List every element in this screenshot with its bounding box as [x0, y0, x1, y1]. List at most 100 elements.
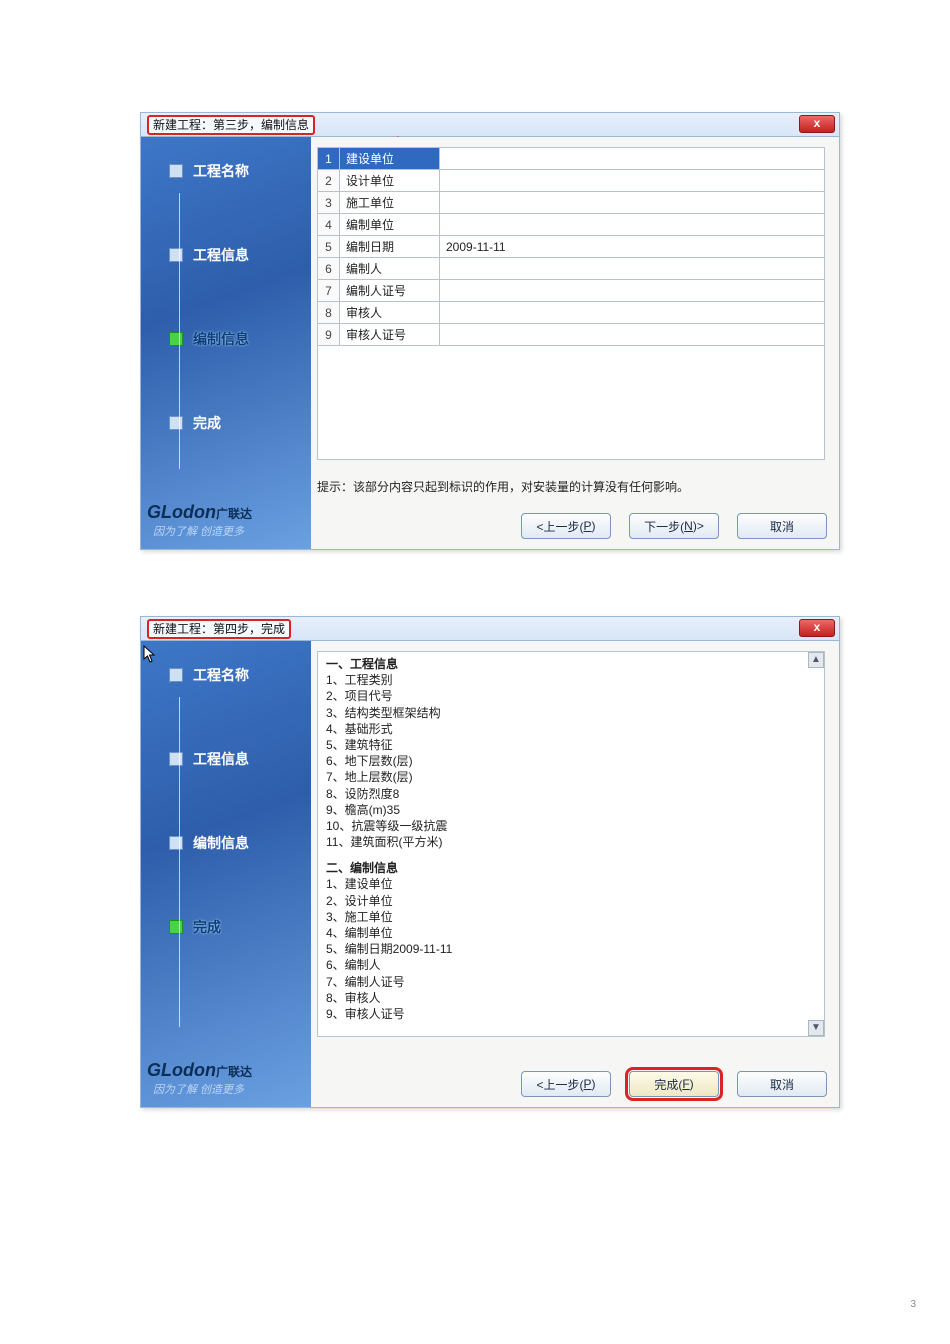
row-index: 1 [318, 148, 340, 170]
table-row[interactable]: 4编制单位 [318, 214, 825, 236]
summary-line: 3、结构类型框架结构 [326, 705, 816, 721]
table-filler [317, 346, 825, 460]
row-value[interactable] [440, 258, 825, 280]
wizard-step-finish[interactable]: 完成 [169, 413, 311, 433]
wizard-step-info[interactable]: 工程信息 [169, 749, 311, 769]
next-button[interactable]: 下一步(N)> [629, 513, 719, 539]
cursor-icon [143, 645, 159, 665]
wizard-sidebar: 工程名称 工程信息 编制信息 完成 GLodon广联达 因为了解 创造更多 [141, 137, 311, 549]
brand-slogan: 因为了解 创造更多 [153, 1081, 244, 1097]
button-row: <上一步(P) 完成(F) 取消 [521, 1071, 827, 1097]
summary-line: 7、地上层数(层) [326, 769, 816, 785]
wizard-line [179, 193, 180, 469]
page: 新建工程：第三步，编制信息 x 工程名称 工程信息 编制 [0, 0, 950, 1344]
title-highlight: 新建工程：第四步，完成 [147, 619, 291, 639]
summary-line: 8、设防烈度8 [326, 786, 816, 802]
wizard-step-compile[interactable]: 编制信息 [169, 833, 311, 853]
row-value[interactable]: 2009-11-11 [440, 236, 825, 258]
table-row[interactable]: 5编制日期2009-11-11 [318, 236, 825, 258]
summary-line: 2、项目代号 [326, 688, 816, 704]
summary-line: 6、编制人 [326, 957, 816, 973]
row-value[interactable] [440, 324, 825, 346]
table-row[interactable]: 1建设单位 [318, 148, 825, 170]
row-index: 9 [318, 324, 340, 346]
brand-logo: GLodon广联达 [147, 502, 252, 523]
summary-line: 10、抗震等级一级抗震 [326, 818, 816, 834]
titlebar[interactable]: 新建工程：第四步，完成 x [141, 617, 839, 641]
dialog-step3: 新建工程：第三步，编制信息 x 工程名称 工程信息 编制 [140, 112, 840, 550]
step-box-icon [169, 332, 183, 346]
step-box-icon [169, 164, 183, 178]
summary-line: 8、审核人 [326, 990, 816, 1006]
step-box-icon [169, 248, 183, 262]
dialog-title: 新建工程：第四步，完成 [153, 620, 285, 637]
row-value[interactable] [440, 170, 825, 192]
step-box-icon [169, 752, 183, 766]
row-value[interactable] [440, 214, 825, 236]
row-key: 审核人 [340, 302, 440, 324]
title-highlight: 新建工程：第三步，编制信息 [147, 115, 315, 135]
button-row: <上一步(P) 下一步(N)> 取消 [521, 513, 827, 539]
row-key: 编制单位 [340, 214, 440, 236]
table-row[interactable]: 6编制人 [318, 258, 825, 280]
table-row[interactable]: 3施工单位 [318, 192, 825, 214]
cancel-button[interactable]: 取消 [737, 1071, 827, 1097]
summary-section1-lines: 1、工程类别2、项目代号3、结构类型框架结构4、基础形式5、建筑特征6、地下层数… [326, 672, 816, 850]
main-panel: ▲ 一、工程信息 1、工程类别2、项目代号3、结构类型框架结构4、基础形式5、建… [311, 641, 839, 1107]
dialog-body: 工程名称 工程信息 编制信息 完成 GLodon广联达 因为了解 创造更多 [141, 641, 839, 1107]
wizard-step-finish[interactable]: 完成 [169, 917, 311, 937]
row-key: 编制日期 [340, 236, 440, 258]
table-row[interactable]: 2设计单位 [318, 170, 825, 192]
step-label: 完成 [193, 413, 221, 433]
summary-line: 3、施工单位 [326, 909, 816, 925]
step-label: 工程名称 [193, 161, 249, 181]
summary-section2-title: 二、编制信息 [326, 860, 816, 876]
row-value[interactable] [440, 280, 825, 302]
wizard-step-info[interactable]: 工程信息 [169, 245, 311, 265]
brand-slogan: 因为了解 创造更多 [153, 523, 244, 539]
prev-button[interactable]: <上一步(P) [521, 1071, 611, 1097]
summary-line: 5、编制日期2009-11-11 [326, 941, 816, 957]
page-number: 3 [910, 1299, 916, 1310]
finish-button[interactable]: 完成(F) [629, 1071, 719, 1097]
summary-line: 4、基础形式 [326, 721, 816, 737]
row-index: 6 [318, 258, 340, 280]
wizard-step-compile[interactable]: 编制信息 [169, 329, 311, 349]
hint-text: 提示：该部分内容只起到标识的作用，对安装量的计算没有任何影响。 [317, 478, 689, 495]
close-button[interactable]: x [799, 619, 835, 637]
step-label: 编制信息 [193, 329, 249, 349]
summary-line: 11、建筑面积(平方米) [326, 834, 816, 850]
row-value[interactable] [440, 192, 825, 214]
summary-line: 7、编制人证号 [326, 974, 816, 990]
row-value[interactable] [440, 148, 825, 170]
summary-line: 6、地下层数(层) [326, 753, 816, 769]
row-index: 7 [318, 280, 340, 302]
row-index: 2 [318, 170, 340, 192]
titlebar[interactable]: 新建工程：第三步，编制信息 x [141, 113, 839, 137]
wizard-step-name[interactable]: 工程名称 [169, 161, 311, 181]
wizard-sidebar: 工程名称 工程信息 编制信息 完成 GLodon广联达 因为了解 创造更多 [141, 641, 311, 1107]
summary-line: 4、编制单位 [326, 925, 816, 941]
prev-button[interactable]: <上一步(P) [521, 513, 611, 539]
close-button[interactable]: x [799, 115, 835, 133]
dialog-step4: 新建工程：第四步，完成 x 工程名称 工程信息 [140, 616, 840, 1108]
table-row[interactable]: 8审核人 [318, 302, 825, 324]
wizard-step-name[interactable]: 工程名称 [169, 665, 311, 685]
summary-textarea[interactable]: ▲ 一、工程信息 1、工程类别2、项目代号3、结构类型框架结构4、基础形式5、建… [317, 651, 825, 1037]
brand-logo: GLodon广联达 [147, 1060, 252, 1081]
step-box-icon [169, 416, 183, 430]
table-row[interactable]: 9审核人证号 [318, 324, 825, 346]
property-table[interactable]: 1建设单位2设计单位3施工单位4编制单位5编制日期2009-11-116编制人7… [317, 147, 825, 346]
dialog-body: 工程名称 工程信息 编制信息 完成 GLodon广联达 因为了解 创造更多 [141, 137, 839, 549]
row-key: 审核人证号 [340, 324, 440, 346]
scroll-down-icon[interactable]: ▼ [808, 1020, 824, 1036]
step-label: 编制信息 [193, 833, 249, 853]
step-box-icon [169, 836, 183, 850]
step-label: 工程名称 [193, 665, 249, 685]
cancel-button[interactable]: 取消 [737, 513, 827, 539]
table-row[interactable]: 7编制人证号 [318, 280, 825, 302]
row-value[interactable] [440, 302, 825, 324]
scroll-up-icon[interactable]: ▲ [808, 652, 824, 668]
summary-line: 1、建设单位 [326, 876, 816, 892]
main-panel: 1建设单位2设计单位3施工单位4编制单位5编制日期2009-11-116编制人7… [311, 137, 839, 549]
